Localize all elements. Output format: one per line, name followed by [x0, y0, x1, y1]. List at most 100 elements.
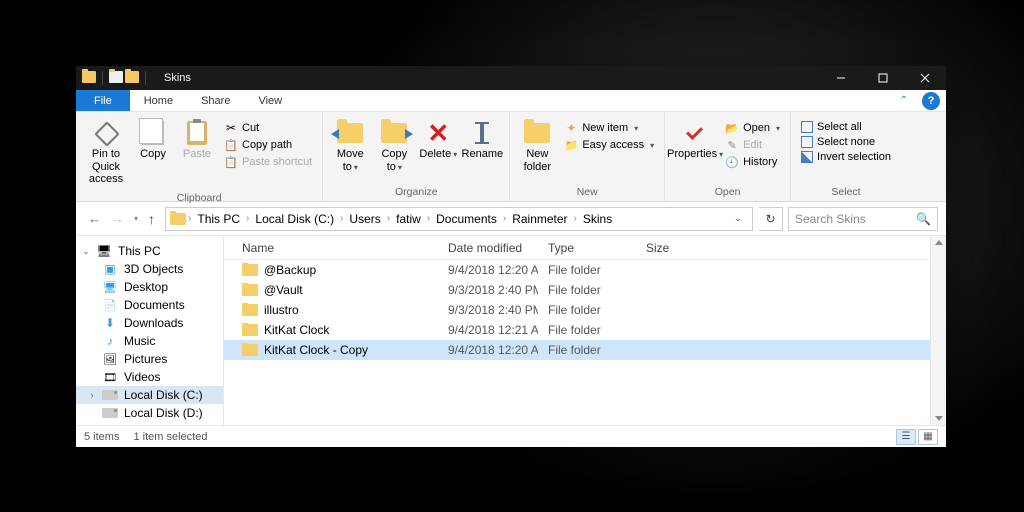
history-icon [725, 155, 739, 169]
scrollbar-vertical[interactable] [930, 236, 946, 425]
disk-icon [102, 390, 118, 400]
menu-share[interactable]: Share [187, 90, 244, 111]
properties-button[interactable]: Properties▾ [671, 116, 719, 165]
copy-button[interactable]: Copy [132, 116, 174, 165]
status-bar: 5 items 1 item selected ☰ ▦ [76, 425, 946, 447]
table-row[interactable]: KitKat Clock - Copy9/4/2018 12:20 AMFile… [224, 340, 930, 360]
move-to-button[interactable]: Move to▾ [329, 116, 371, 177]
qat-folder-icon-2 [125, 71, 139, 83]
group-label-new: New [516, 184, 658, 201]
menu-view[interactable]: View [244, 90, 296, 111]
close-button[interactable] [904, 66, 946, 90]
icons-view-button[interactable]: ▦ [918, 429, 938, 445]
header-type[interactable]: Type [538, 241, 636, 255]
window-title: Skins [156, 72, 199, 84]
easy-access-icon [564, 138, 578, 152]
copy-icon [142, 121, 164, 145]
table-row[interactable]: illustro9/3/2018 2:40 PMFile folder [224, 300, 930, 320]
collapse-ribbon-button[interactable]: ⌃ [892, 90, 916, 111]
status-selection: 1 item selected [133, 431, 207, 443]
explorer-window: Skins File Home Share View ⌃ ? Pin to Qu… [76, 66, 946, 447]
details-view-button[interactable]: ☰ [896, 429, 916, 445]
file-date: 9/3/2018 2:40 PM [438, 283, 538, 297]
file-type: File folder [538, 323, 636, 337]
menu-home[interactable]: Home [130, 90, 187, 111]
file-name: KitKat Clock [264, 323, 329, 337]
file-name: @Backup [264, 263, 316, 277]
tree-desktop[interactable]: Desktop [76, 278, 223, 296]
tree-videos[interactable]: Videos [76, 368, 223, 386]
new-item-button[interactable]: New item▾ [560, 120, 658, 136]
videos-icon [102, 370, 118, 384]
file-date: 9/4/2018 12:20 AM [438, 263, 538, 277]
titlebar: Skins [76, 66, 946, 90]
edit-button[interactable]: Edit [721, 137, 784, 153]
search-icon: 🔍 [916, 212, 931, 226]
file-type: File folder [538, 343, 636, 357]
crumb-this-pc[interactable]: This PC [193, 212, 244, 226]
music-icon [102, 334, 118, 348]
invert-selection-button[interactable]: Invert selection [797, 150, 895, 164]
forward-button[interactable]: → [111, 211, 124, 226]
tree-music[interactable]: Music [76, 332, 223, 350]
address-dropdown[interactable]: ⌄ [728, 213, 748, 224]
tree-local-disk-d[interactable]: Local Disk (D:) [76, 404, 223, 422]
properties-icon [684, 122, 706, 144]
crumb-documents[interactable]: Documents [432, 212, 501, 226]
select-none-button[interactable]: Select none [797, 135, 895, 149]
folder-icon [242, 264, 258, 276]
edit-icon [725, 138, 739, 152]
tree-this-pc[interactable]: ⌄ This PC [76, 242, 223, 260]
open-icon [725, 121, 739, 135]
back-button[interactable]: ← [88, 211, 101, 226]
history-button[interactable]: History [721, 154, 784, 170]
file-type: File folder [538, 283, 636, 297]
refresh-button[interactable]: ↻ [759, 207, 783, 231]
minimize-button[interactable] [820, 66, 862, 90]
new-folder-button[interactable]: New folder [516, 116, 558, 177]
tree-downloads[interactable]: Downloads [76, 314, 223, 332]
invert-selection-icon [801, 151, 813, 163]
table-row[interactable]: KitKat Clock9/4/2018 12:21 AMFile folder [224, 320, 930, 340]
copy-to-button[interactable]: Copy to▾ [373, 116, 415, 177]
up-button[interactable]: ↑ [148, 211, 155, 227]
table-row[interactable]: @Vault9/3/2018 2:40 PMFile folder [224, 280, 930, 300]
select-all-button[interactable]: Select all [797, 120, 895, 134]
search-input[interactable]: Search Skins 🔍 [788, 207, 938, 231]
open-button[interactable]: Open▾ [721, 120, 784, 136]
pin-to-quick-access-button[interactable]: Pin to Quick access [82, 116, 130, 190]
cut-button[interactable]: Cut [220, 120, 316, 136]
crumb-users[interactable]: Users [345, 212, 384, 226]
recent-dropdown[interactable]: ▾ [134, 214, 138, 223]
disk-icon [102, 408, 118, 418]
group-label-open: Open [671, 184, 784, 201]
crumb-skins[interactable]: Skins [579, 212, 616, 226]
menu-file[interactable]: File [76, 90, 130, 111]
cut-icon [224, 121, 238, 135]
rename-button[interactable]: Rename [461, 116, 503, 165]
easy-access-button[interactable]: Easy access▾ [560, 137, 658, 153]
navigation-pane: ⌄ This PC 3D Objects Desktop Documents D… [76, 236, 224, 425]
crumb-rainmeter[interactable]: Rainmeter [508, 212, 571, 226]
menu-strip: File Home Share View ⌃ ? [76, 90, 946, 112]
header-name[interactable]: Name [224, 241, 438, 255]
tree-documents[interactable]: Documents [76, 296, 223, 314]
paste-button[interactable]: Paste [176, 116, 218, 165]
crumb-c[interactable]: Local Disk (C:) [251, 212, 338, 226]
tree-pictures[interactable]: Pictures [76, 350, 223, 368]
tree-local-disk-c[interactable]: ›Local Disk (C:) [76, 386, 223, 404]
paste-shortcut-button[interactable]: Paste shortcut [220, 154, 316, 170]
maximize-button[interactable] [862, 66, 904, 90]
ribbon: Pin to Quick access Copy Paste Cut Copy … [76, 112, 946, 202]
pictures-icon [102, 352, 118, 366]
delete-button[interactable]: ✕ Delete▾ [417, 116, 459, 165]
crumb-user[interactable]: fatiw [392, 212, 425, 226]
table-row[interactable]: @Backup9/4/2018 12:20 AMFile folder [224, 260, 930, 280]
tree-3d-objects[interactable]: 3D Objects [76, 260, 223, 278]
breadcrumb[interactable]: › This PC› Local Disk (C:)› Users› fatiw… [165, 207, 753, 231]
help-button[interactable]: ? [922, 92, 940, 110]
copy-path-button[interactable]: Copy path [220, 137, 316, 153]
header-size[interactable]: Size [636, 241, 696, 255]
copy-path-icon [224, 138, 238, 152]
header-date[interactable]: Date modified [438, 241, 538, 255]
